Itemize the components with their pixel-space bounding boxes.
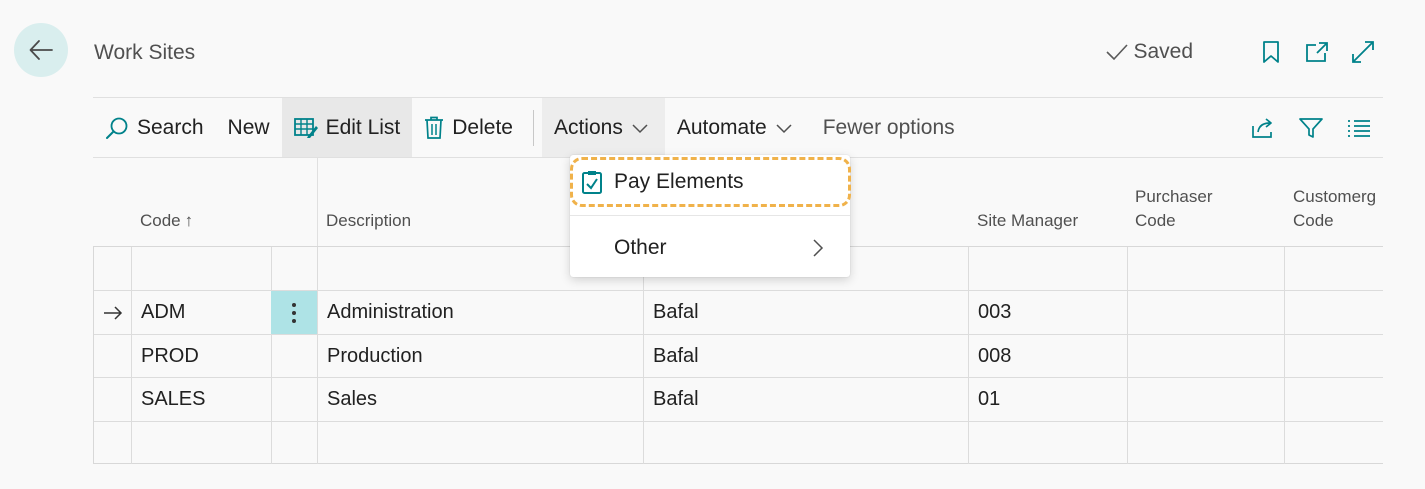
cell-description[interactable]: Sales [317,378,643,421]
cell-code[interactable]: ADM [131,291,271,334]
sort-ascending-icon: ↑ [184,211,194,231]
cell-code[interactable]: SALES [131,378,271,421]
current-row-arrow-icon [94,291,132,334]
trash-icon [425,116,444,139]
row-actions-button[interactable] [271,291,317,334]
cell-description[interactable]: Production [317,335,643,378]
saved-status: Saved [1105,40,1193,64]
toolbar-separator [532,110,534,146]
action-bar: Search New Edit List Delete Actions Auto… [93,98,1383,158]
chevron-right-icon [813,239,824,257]
chevron-down-icon [776,124,792,134]
bookmark-button[interactable] [1257,38,1285,66]
arrow-left-icon [29,40,53,60]
column-header-site-manager-label: Site Manager [977,211,1079,231]
cell-description[interactable]: Administration [317,291,643,334]
edit-list-label: Edit List [325,116,401,139]
menu-separator [570,215,850,216]
cell-code[interactable]: PROD [131,335,271,378]
share-icon [1252,118,1272,138]
fewer-options-label: Fewer options [822,116,955,139]
automate-label: Automate [676,116,767,139]
row-divider [94,421,1383,422]
edit-list-icon [293,118,318,138]
chevron-down-icon [632,124,648,134]
checkmark-icon [1106,44,1129,61]
actions-menu-button[interactable]: Actions [541,98,665,158]
column-header-customerg-line2: Code [1293,211,1334,231]
filter-button[interactable] [1297,114,1325,142]
new-label: New [227,116,270,139]
delete-label: Delete [452,116,513,139]
search-label: Search [137,116,204,139]
open-in-new-window-icon [1306,42,1328,62]
cell-name[interactable]: Bafal [643,378,968,421]
edit-list-button[interactable]: Edit List [281,98,413,158]
expand-button[interactable] [1349,38,1377,66]
column-header-purchaser-code[interactable]: Purchaser Code [1126,158,1283,246]
expand-icon [1352,41,1374,63]
fewer-options-button[interactable]: Fewer options [805,98,967,158]
filter-icon [1299,118,1323,138]
search-icon [106,117,128,139]
column-header-purchaser-line1: Purchaser [1135,186,1213,206]
column-divider [1127,247,1128,464]
highlight-outline [570,157,851,207]
column-header-customerg-code[interactable]: Customerg Code [1284,158,1383,246]
actions-dropdown-menu: Pay Elements Other [570,155,851,277]
new-button[interactable]: New [216,98,282,158]
menu-item-other-label: Other [614,236,667,259]
page-status-area: Saved [1105,38,1377,66]
back-button[interactable] [14,23,68,77]
share-button[interactable] [1249,114,1277,142]
cell-site-manager[interactable]: 003 [968,291,1127,334]
column-divider [1284,247,1285,464]
column-divider [271,247,272,464]
column-header-customerg-line1: Customerg [1293,186,1377,206]
more-vertical-icon [292,302,296,323]
page-title: Work Sites [94,41,196,64]
column-header-purchaser-line2: Code [1135,211,1176,231]
delete-button[interactable]: Delete [412,98,525,158]
search-button[interactable]: Search [93,98,216,158]
bookmark-icon [1263,41,1279,63]
actions-label: Actions [553,116,623,139]
cell-site-manager[interactable]: 01 [968,378,1127,421]
column-header-site-manager[interactable]: Site Manager [968,158,1126,246]
column-header-code-label: Code [140,211,181,231]
automate-menu-button[interactable]: Automate [665,98,805,158]
list-view-icon [1348,120,1370,137]
cell-site-manager[interactable]: 008 [968,335,1127,378]
list-view-button[interactable] [1345,114,1373,142]
cell-name[interactable]: Bafal [643,335,968,378]
table-body: ADM Administration Bafal 003 PROD Produc… [93,246,1383,464]
open-new-window-button[interactable] [1303,38,1331,66]
column-header-description-label: Description [326,211,412,231]
column-header-code[interactable]: Code ↑ [131,158,271,246]
action-bar-right [1249,98,1383,158]
saved-label: Saved [1133,40,1193,63]
menu-item-other[interactable]: Other [570,223,850,273]
cell-name[interactable]: Bafal [643,291,968,334]
